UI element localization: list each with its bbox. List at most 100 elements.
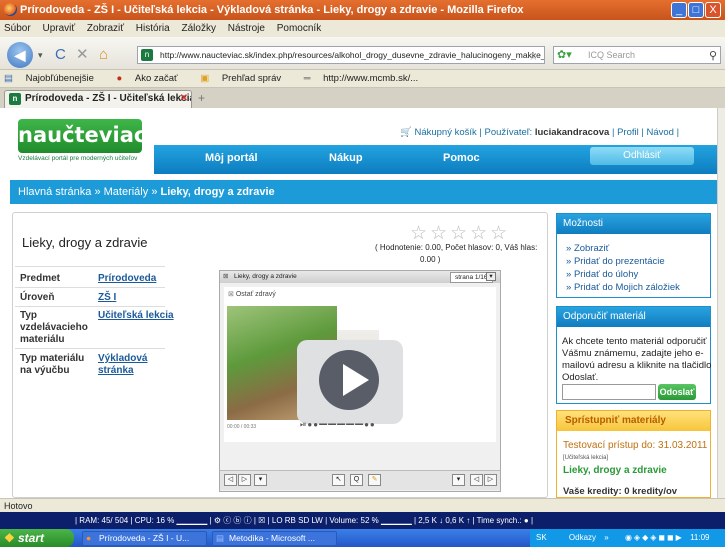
option-pridat-prezentacia[interactable]: » Pridať do prezentácie: [566, 256, 665, 267]
start-button[interactable]: ❖ start: [0, 529, 74, 547]
bookmark-star-icon[interactable]: ☆: [528, 46, 539, 66]
option-pridat-zalozky[interactable]: » Pridať do Mojich záložiek: [566, 282, 680, 293]
guide-link[interactable]: Návod: [646, 127, 673, 138]
menu-upravit[interactable]: Upraviť: [42, 23, 75, 34]
meta-divider: [15, 287, 165, 288]
meta-label-uroven: Úroveň: [20, 292, 55, 303]
clock: 11:09: [690, 533, 710, 542]
logout-button[interactable]: Odhlásiť: [590, 147, 694, 165]
prev-slide-icon[interactable]: ◁: [224, 474, 237, 486]
zoom-tool-icon[interactable]: Q: [350, 474, 363, 486]
menu-nastroje[interactable]: Nástroje: [228, 23, 265, 34]
material-tag: [Učiteľská lekcia]: [563, 455, 609, 461]
firefox-bookmark-icon: ●: [116, 73, 125, 84]
bookmarks-toolbar: ▤ Najobľúbenejšie ● Ako začať ▣ Prehľad …: [0, 70, 725, 88]
nav-nakup[interactable]: Nákup: [329, 152, 363, 164]
page-dropdown-icon[interactable]: ▾: [486, 272, 496, 281]
access-material-link[interactable]: Lieky, drogy a zdravie: [563, 465, 667, 476]
link-icon: ═: [303, 73, 314, 84]
menu-zobrazit[interactable]: Zobraziť: [87, 23, 124, 34]
links-toolbar[interactable]: Odkazy: [569, 533, 596, 542]
window-title: Prírodoveda - ZŠ I - Učiteľská lekcia - …: [20, 4, 524, 16]
minimize-button[interactable]: _: [671, 2, 687, 18]
send-button[interactable]: Odoslať: [658, 384, 696, 400]
search-engine-icon[interactable]: ✿▾: [557, 47, 572, 63]
meta-value-typ-materialu[interactable]: Učiteľská lekcia: [98, 310, 174, 322]
vertical-scrollbar[interactable]: [717, 108, 725, 498]
breadcrumb: Hlavná stránka » Materiály » Lieky, drog…: [10, 180, 717, 204]
cart-icon: 🛒: [400, 127, 415, 138]
pointer-tool-icon[interactable]: ↖: [332, 474, 345, 486]
highlighter-tool-icon[interactable]: ✎: [368, 474, 381, 486]
meta-label-typ-materialu: Typ vzdelávacieho materiálu: [20, 310, 88, 345]
meta-value-uroven[interactable]: ZŠ I: [98, 292, 116, 304]
breadcrumb-materialy[interactable]: Materiály: [104, 186, 149, 198]
viewer-header: ⊠ Lieky, drogy a zdravie strana 1/16 ▾: [220, 271, 500, 283]
slide-bullet-icon: ⊠: [228, 291, 236, 298]
nav-moj-portal[interactable]: Môj portál: [205, 152, 258, 164]
tray-icons[interactable]: ◉◈◆◈◼◼▶: [625, 533, 684, 542]
reload-icon[interactable]: C: [55, 45, 66, 65]
bookmark-najoblubenejsie[interactable]: ▤ Najobľúbenejšie: [4, 73, 104, 84]
recommend-header: Odporučiť materiál: [557, 307, 710, 327]
close-button[interactable]: X: [705, 2, 721, 18]
next-slide-icon[interactable]: ▷: [238, 474, 251, 486]
bookmark-ako-zacat[interactable]: ● Ako začať: [117, 73, 188, 84]
search-icon[interactable]: ⚲: [709, 46, 717, 66]
email-field[interactable]: [562, 384, 656, 400]
tab-active[interactable]: n Prírodoveda - ZŠ I - Učiteľská lekcia …: [4, 90, 192, 108]
menu-pomocnik[interactable]: Pomocník: [277, 23, 321, 34]
next-page-icon[interactable]: ▷: [484, 474, 497, 486]
breadcrumb-current: Lieky, drogy a zdravie: [160, 186, 275, 198]
back-button[interactable]: ◀: [7, 42, 33, 68]
site-logo[interactable]: naučteviac.sk: [18, 119, 181, 153]
history-dropdown-icon[interactable]: ▾: [38, 45, 43, 65]
breadcrumb-separator: »: [94, 186, 101, 198]
taskbar-item-firefox[interactable]: ● Prírodoveda - ZŠ I - U...: [82, 531, 207, 546]
maximize-button[interactable]: □: [688, 2, 704, 18]
media-controls[interactable]: ⏯●●━━━━━●●: [300, 420, 376, 430]
menu-zalozky[interactable]: Záložky: [181, 23, 215, 34]
new-tab-button[interactable]: +: [198, 91, 205, 105]
breadcrumb-home[interactable]: Hlavná stránka: [18, 186, 91, 198]
meta-value-typ-vyucby[interactable]: Výkladová stránka: [98, 353, 158, 377]
view-menu-icon[interactable]: ▾: [452, 474, 465, 486]
url-bar[interactable]: n http://www.naucteviac.sk/index.php/res…: [137, 46, 545, 64]
slide-menu-icon[interactable]: ▾: [254, 474, 267, 486]
rating-info: ( Hodnotenie: 0.00, Počet hlasov: 0, Váš…: [375, 243, 538, 264]
status-text: Hotovo: [4, 501, 33, 511]
user-links: 🛒 Nákupný košík | Používateľ: luciakandr…: [400, 127, 680, 138]
tab-favicon: n: [9, 93, 21, 105]
meta-value-predmet[interactable]: Prírodoveda: [98, 273, 156, 285]
nav-pomoc[interactable]: Pomoc: [443, 152, 480, 164]
stop-icon[interactable]: ✕: [76, 45, 89, 65]
search-input[interactable]: ✿▾ ICQ Search: [553, 46, 721, 64]
home-icon[interactable]: ⌂: [99, 45, 108, 65]
credits-info: Vaše kredity: 0 kredity/ov: [563, 486, 678, 497]
tab-close-icon[interactable]: ✕: [180, 91, 188, 107]
taskbar-item-word[interactable]: ▤ Metodika - Microsoft ...: [212, 531, 337, 546]
site-favicon: n: [141, 49, 153, 61]
rss-icon: ▣: [200, 73, 212, 84]
bookmark-prehlad-sprav[interactable]: ▣ Prehľad správ: [200, 73, 291, 84]
menu-historia[interactable]: História: [136, 23, 170, 34]
system-monitor-text: | RAM: 45/ 504 | CPU: 16 % ▁▁▁▁▁ | ⚙ ⓒ ⓑ…: [75, 516, 534, 525]
viewer-menu-icon[interactable]: ⊠: [223, 271, 228, 283]
tray-expand-icon[interactable]: »: [604, 533, 608, 542]
language-indicator[interactable]: SK: [536, 533, 547, 542]
profile-link[interactable]: Profil: [617, 127, 639, 138]
windows-logo-icon: ❖: [4, 531, 15, 545]
url-text: http://www.naucteviac.sk/index.php/resou…: [160, 50, 545, 60]
bookmark-mcmb[interactable]: ═ http://www.mcmb.sk/...: [304, 73, 428, 84]
option-zobrazit[interactable]: » Zobraziť: [566, 243, 609, 254]
slide-label: ⊠ Ostať zdravý: [228, 291, 276, 298]
search-placeholder: ICQ Search: [588, 50, 636, 60]
option-pridat-uloha[interactable]: » Pridať do úlohy: [566, 269, 638, 280]
tab-label: Prírodoveda - ZŠ I - Učiteľská lekcia ..…: [25, 93, 192, 104]
username: luciakandracova: [534, 127, 610, 138]
prev-page-icon[interactable]: ◁: [470, 474, 483, 486]
menu-subor[interactable]: Súbor: [4, 23, 31, 34]
user-prefix: Používateľ:: [484, 127, 533, 138]
cart-link[interactable]: Nákupný košík: [414, 127, 476, 138]
firefox-icon: [4, 3, 17, 16]
